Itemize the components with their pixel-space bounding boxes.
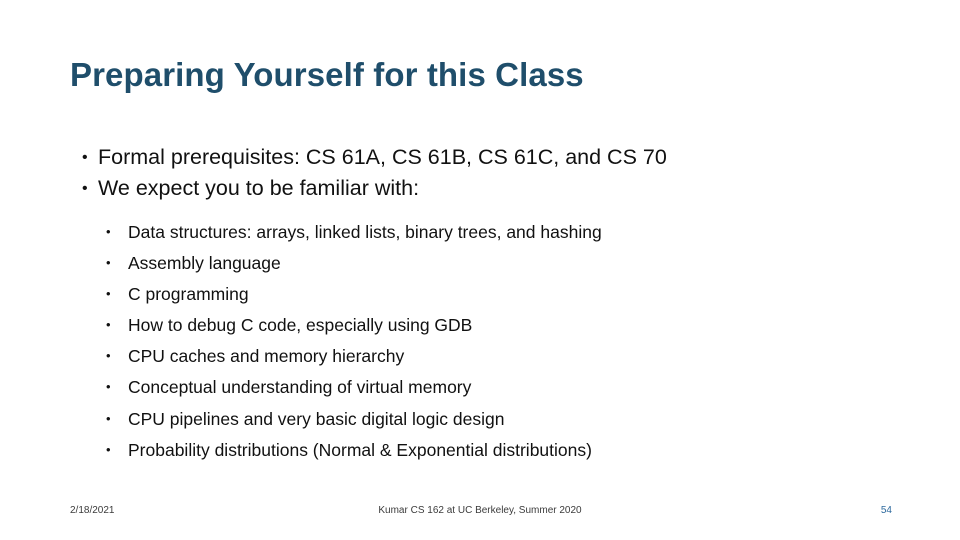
footer-center-text: Kumar CS 162 at UC Berkeley, Summer 2020 [378, 505, 582, 516]
bullet-glyph-icon: • [106, 441, 111, 457]
list-item: • We expect you to be familiar with: [70, 173, 900, 204]
list-item-text: How to debug C code, especially using GD… [128, 315, 473, 336]
bullet-glyph-icon: • [106, 223, 111, 239]
list-item-text: Probability distributions (Normal & Expo… [128, 439, 592, 460]
list-item-text: C programming [128, 284, 249, 305]
list-item: • CPU pipelines and very basic digital lo… [106, 404, 900, 435]
list-item: • Data structures: arrays, linked lists, … [106, 217, 900, 248]
slide-footer: 2/18/2021 Kumar CS 162 at UC Berkeley, S… [0, 505, 960, 527]
list-item-text: We expect you to be familiar with: [98, 176, 420, 201]
list-item: • Formal prerequisites: CS 61A, CS 61B, C… [70, 142, 900, 173]
bullet-glyph-icon: • [106, 286, 111, 302]
sub-list: • Data structures: arrays, linked lists, … [70, 217, 900, 466]
list-item: • Probability distributions (Normal & Exp… [106, 435, 900, 466]
list-item-text: Data structures: arrays, linked lists, b… [128, 221, 602, 242]
list-item: • Conceptual understanding of virtual mem… [106, 372, 900, 403]
bullet-glyph-icon: • [106, 410, 111, 426]
slide-body: • Formal prerequisites: CS 61A, CS 61B, C… [70, 142, 900, 466]
page-title: Preparing Yourself for this Class [70, 56, 584, 93]
list-item-text: Conceptual understanding of virtual memo… [128, 377, 472, 398]
bullet-glyph-icon: • [106, 254, 111, 270]
list-item-text: CPU pipelines and very basic digital log… [128, 408, 505, 429]
list-item: • CPU caches and memory hierarchy [106, 341, 900, 372]
bullet-glyph-icon: • [106, 317, 111, 333]
list-item: • Assembly language [106, 248, 900, 279]
list-item-text: CPU caches and memory hierarchy [128, 346, 405, 367]
list-item: • C programming [106, 279, 900, 310]
bullet-glyph-icon: • [82, 149, 88, 166]
bullet-glyph-icon: • [106, 348, 111, 364]
list-item-text: Formal prerequisites: CS 61A, CS 61B, CS… [98, 145, 667, 169]
bullet-glyph-icon: • [82, 180, 88, 198]
bullet-glyph-icon: • [106, 379, 111, 395]
footer-page-number: 54 [880, 505, 892, 516]
list-item-text: Assembly language [128, 252, 281, 273]
slide: Preparing Yourself for this Class • Forma… [0, 0, 960, 540]
list-item: • How to debug C code, especially using G… [106, 310, 900, 341]
